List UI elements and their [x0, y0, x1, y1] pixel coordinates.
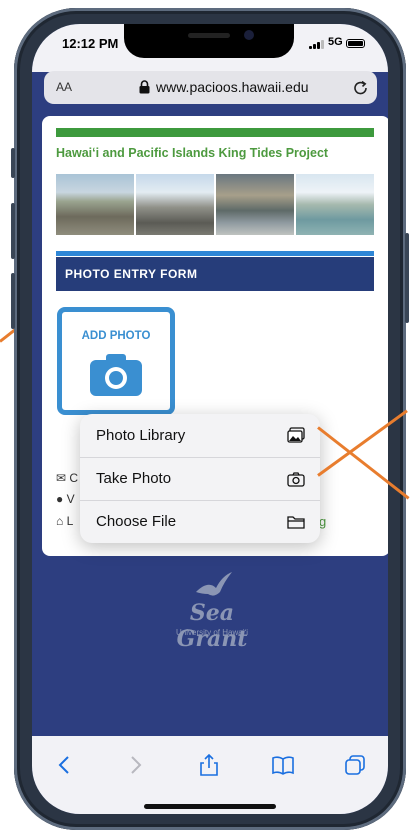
header-photo-strip — [56, 174, 374, 235]
share-icon[interactable] — [198, 754, 220, 776]
home-indicator — [144, 804, 276, 809]
bookmarks-icon[interactable] — [272, 754, 294, 776]
add-photo-label: ADD PHOTO — [81, 330, 151, 342]
notch — [124, 24, 294, 58]
reload-icon[interactable] — [351, 78, 371, 98]
contact-row: ✉ C — [56, 471, 78, 485]
phone-frame: 12:12 PM 5G AA www.pacioos.hawaii.edu Ha… — [11, 8, 409, 830]
contact-text: C — [69, 471, 79, 485]
menu-item-label: Take Photo — [96, 470, 172, 487]
camera-icon — [287, 471, 305, 487]
lock-icon — [139, 80, 150, 94]
speaker-grille — [188, 33, 230, 38]
url-text[interactable]: www.pacioos.hawaii.edu — [156, 79, 309, 95]
text-size-button[interactable]: AA — [56, 80, 72, 94]
form-title: PHOTO ENTRY FORM — [56, 257, 374, 291]
phone-screen: 12:12 PM 5G AA www.pacioos.hawaii.edu Ha… — [32, 24, 388, 814]
camera-icon — [90, 354, 142, 396]
website-row: ● V — [56, 492, 75, 506]
photo-library-icon — [287, 427, 305, 443]
volume-down-button — [11, 273, 15, 329]
back-icon[interactable] — [54, 754, 76, 776]
globe-icon: ● — [56, 492, 64, 506]
tabs-icon[interactable] — [344, 754, 366, 776]
header-photo — [216, 174, 294, 235]
mail-icon: ✉ — [56, 471, 67, 485]
sea-grant-subtitle: University of Hawaiʻi — [175, 628, 249, 637]
network-type: 5G — [328, 36, 343, 48]
link-fragment[interactable]: g — [319, 514, 326, 529]
header-photo — [296, 174, 374, 235]
power-button — [405, 233, 409, 323]
form-accent-bar — [56, 251, 374, 256]
seabird-icon — [196, 572, 232, 596]
status-time: 12:12 PM — [62, 36, 119, 51]
signal-icon — [309, 39, 329, 49]
sea-grant-logo: Sea Grant University of Hawaiʻi — [152, 572, 272, 652]
status-bar: 12:12 PM 5G — [32, 24, 388, 72]
website-text: V — [66, 492, 75, 506]
sea-grant-brand: Sea Grant — [176, 600, 248, 652]
front-camera — [244, 30, 254, 40]
menu-item-photo-library[interactable]: Photo Library — [80, 414, 320, 456]
home-icon: ⌂ — [56, 514, 64, 528]
browser-toolbar — [32, 736, 388, 814]
menu-item-choose-file[interactable]: Choose File — [80, 500, 320, 542]
add-photo-button[interactable]: ADD PHOTO — [57, 307, 175, 415]
address-bar[interactable]: AA www.pacioos.hawaii.edu — [44, 71, 377, 104]
volume-up-button — [11, 203, 15, 259]
menu-item-label: Choose File — [96, 513, 177, 530]
header-accent-bar — [56, 128, 374, 137]
header-photo — [136, 174, 214, 235]
project-title: Hawaiʻi and Pacific Islands King Tides P… — [56, 146, 329, 160]
menu-item-take-photo[interactable]: Take Photo — [80, 457, 320, 499]
header-photo — [56, 174, 134, 235]
battery-icon — [346, 39, 365, 48]
menu-item-label: Photo Library — [96, 426, 186, 444]
mute-switch — [11, 148, 15, 178]
forward-icon[interactable] — [124, 754, 146, 776]
location-text: L — [66, 514, 74, 528]
location-row: ⌂ L — [56, 514, 73, 528]
file-picker-menu: Photo Library Take Photo Choose File — [80, 414, 320, 543]
folder-icon — [287, 515, 305, 529]
